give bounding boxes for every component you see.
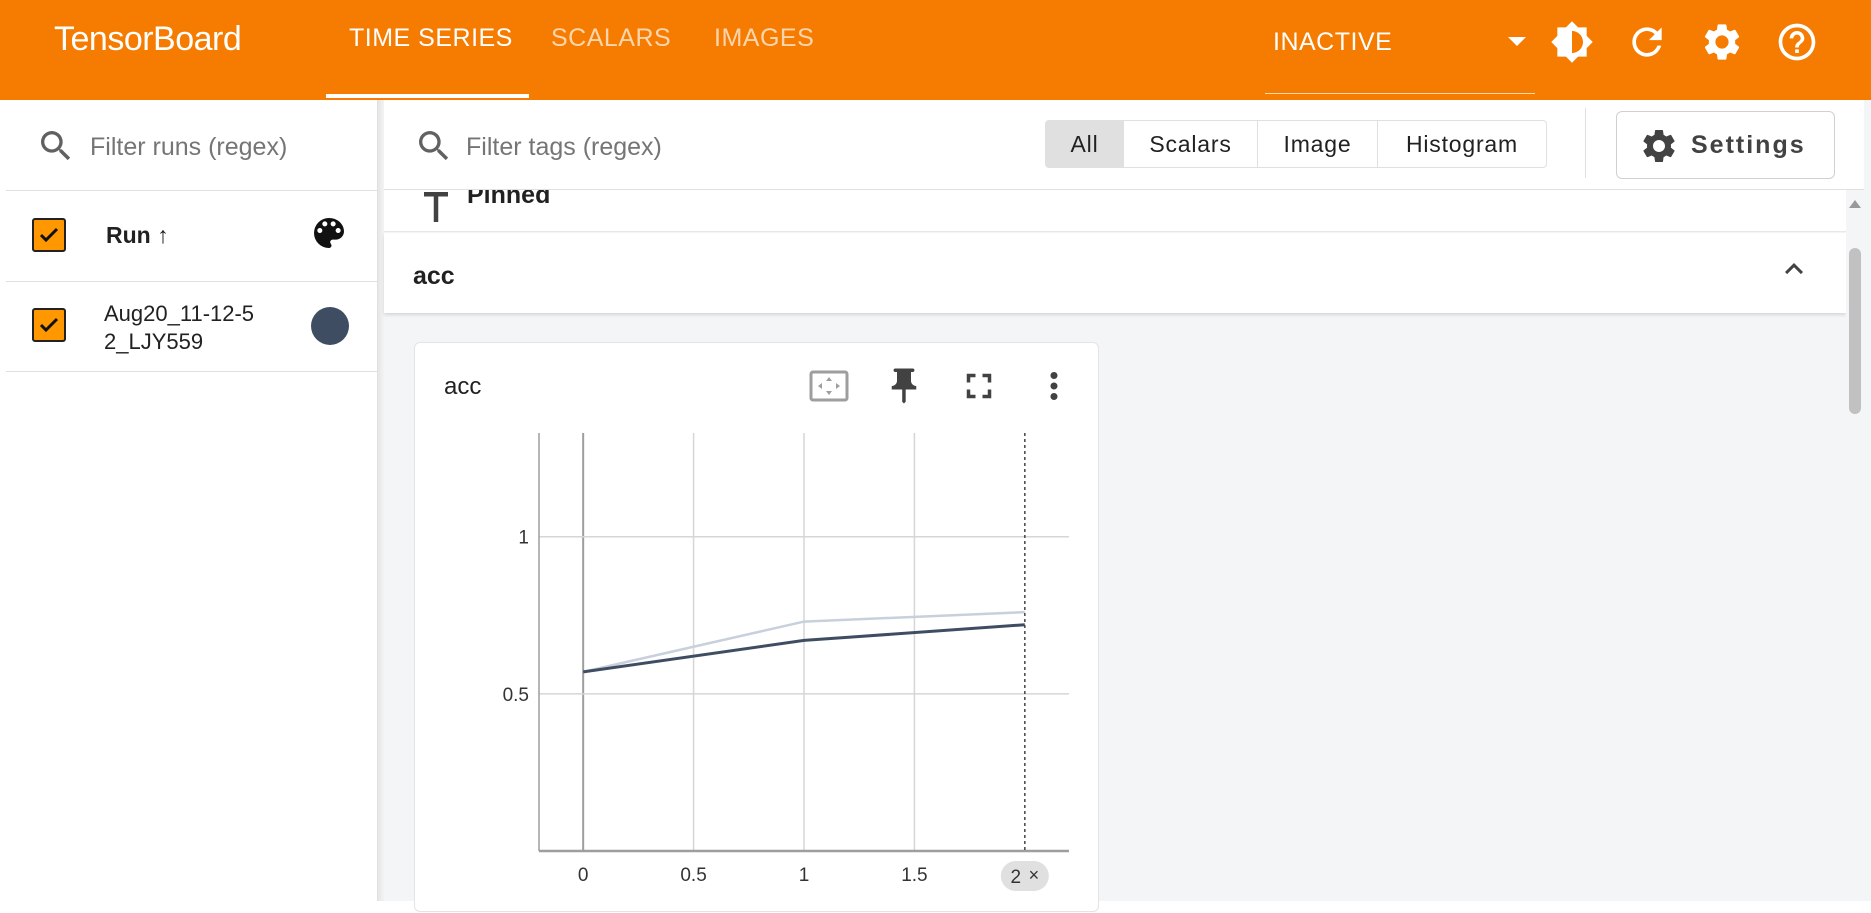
check-icon: [39, 317, 59, 333]
y-tick-label: 0.5: [503, 685, 529, 706]
hover-step-label: 2: [1011, 867, 1022, 888]
tab-images[interactable]: IMAGES: [714, 24, 814, 53]
run-color-swatch[interactable]: [311, 307, 349, 345]
group-title: acc: [413, 262, 455, 290]
chart-grid: [539, 433, 1069, 851]
reload-status-select[interactable]: INACTIVE: [1265, 0, 1535, 94]
top-app-bar: TensorBoard TIME SERIES SCALARS IMAGES I…: [0, 0, 1871, 100]
y-tick-label: 1: [518, 528, 529, 549]
pinned-section[interactable]: Pinned: [384, 190, 1846, 232]
pin-icon: [424, 192, 448, 222]
filter-tags-input[interactable]: [466, 130, 966, 164]
run-name: Aug20_11-12-52_LJY559: [104, 301, 255, 354]
help-icon[interactable]: [1775, 20, 1819, 64]
chart-axes: 0 0.5 1 1.5 0.5 1 2 ×: [503, 433, 1069, 891]
run-column-header[interactable]: Run ↑: [106, 222, 169, 249]
x-tick-label: 1: [799, 865, 810, 886]
filter-image-button[interactable]: Image: [1258, 121, 1378, 167]
filter-scalars-button[interactable]: Scalars: [1124, 121, 1258, 167]
scroll-up-arrow-icon[interactable]: [1849, 200, 1861, 208]
app-logo: TensorBoard: [54, 20, 242, 58]
x-tick-label: 0.5: [680, 865, 706, 886]
type-filter-group: All Scalars Image Histogram: [1045, 120, 1547, 168]
toolbar-separator: [1585, 108, 1586, 178]
x-tick-label: 0: [578, 865, 589, 886]
divider: [6, 281, 378, 282]
dark-mode-icon[interactable]: [1550, 20, 1594, 64]
reload-status-label: INACTIVE: [1273, 28, 1393, 56]
tab-time-series[interactable]: TIME SERIES: [349, 24, 513, 53]
search-icon: [41, 131, 71, 161]
divider: [6, 371, 378, 372]
filter-runs-input[interactable]: [90, 130, 360, 164]
clear-step-icon: ×: [1029, 865, 1040, 885]
scalar-card: acc 0 0.5 1 1.5 0.5 1 2 ×: [414, 342, 1099, 912]
select-all-runs-checkbox[interactable]: [32, 218, 66, 252]
dropdown-arrow-icon: [1508, 37, 1526, 46]
x-tick-label: 1.5: [901, 865, 927, 886]
tab-scalars[interactable]: SCALARS: [551, 24, 671, 53]
palette-icon[interactable]: [309, 213, 349, 253]
hover-step-chip: [1000, 861, 1049, 891]
check-icon: [39, 227, 59, 243]
settings-gear-icon: [1643, 130, 1675, 162]
tag-group-header[interactable]: acc: [384, 233, 1846, 313]
settings-button[interactable]: Settings: [1616, 111, 1835, 179]
chevron-up-icon[interactable]: [1776, 251, 1812, 287]
filter-all-button[interactable]: All: [1046, 121, 1124, 167]
divider: [6, 190, 378, 191]
scrollbar-thumb[interactable]: [1849, 248, 1861, 414]
pinned-label: Pinned: [467, 190, 551, 209]
refresh-icon[interactable]: [1625, 20, 1669, 64]
settings-label: Settings: [1691, 131, 1806, 159]
line-chart[interactable]: 0 0.5 1 1.5 0.5 1 2 ×: [415, 343, 1100, 913]
settings-gear-icon[interactable]: [1700, 20, 1744, 64]
active-tab-indicator: [326, 94, 529, 98]
runs-panel: Run ↑ Aug20_11-12-52_LJY559: [6, 100, 378, 901]
filter-histogram-button[interactable]: Histogram: [1378, 121, 1546, 167]
search-icon: [419, 131, 449, 161]
run-checkbox[interactable]: [32, 308, 66, 342]
